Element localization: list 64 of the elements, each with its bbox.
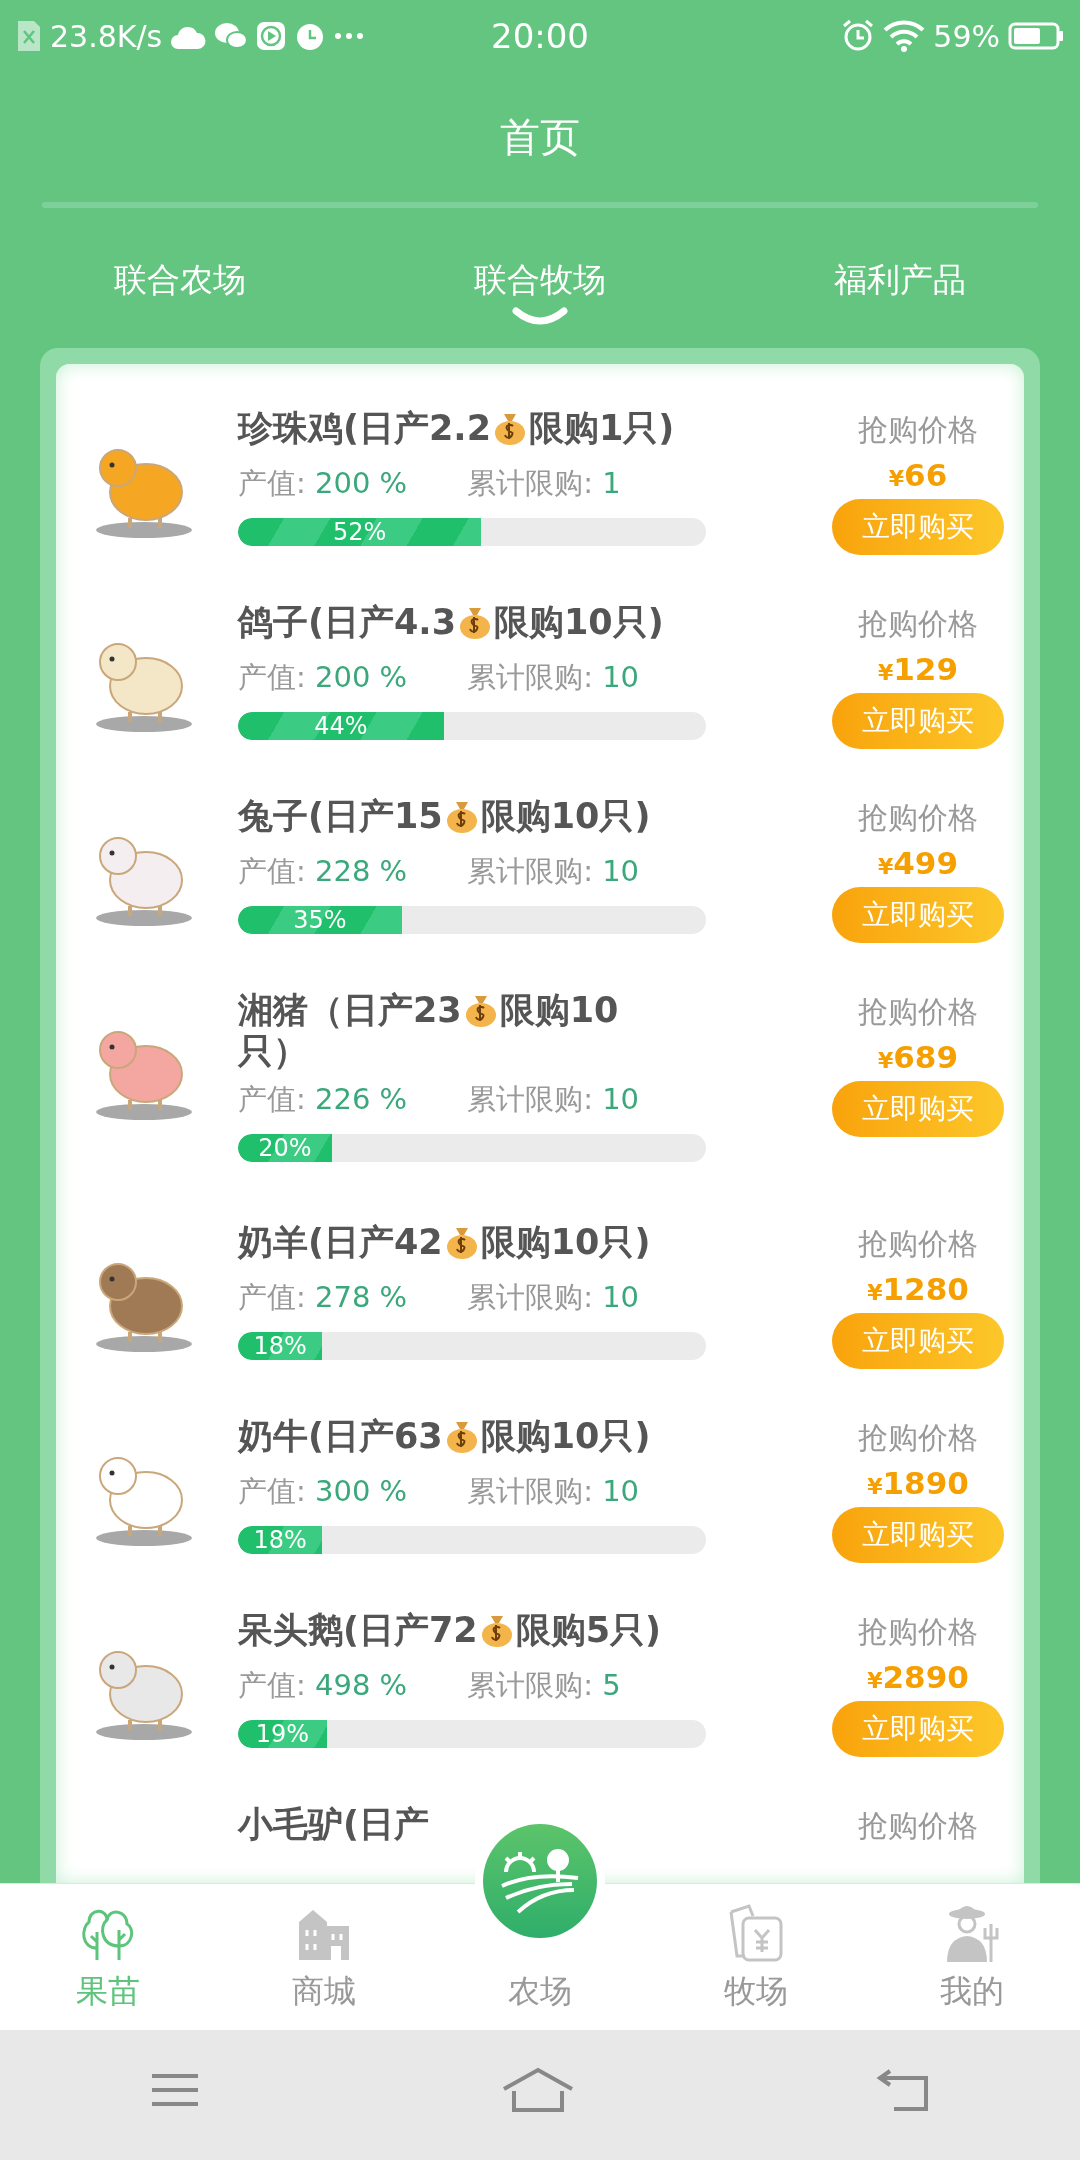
product-title: 小毛驴(日产 xyxy=(238,1803,430,1846)
purchase-limit: 累计限购: 10 xyxy=(467,853,640,890)
price-label: 抢购价格 xyxy=(858,411,978,449)
output-value: 产值: 498 % xyxy=(238,1667,408,1704)
nav-tab[interactable]: 我的 xyxy=(897,1902,1047,2030)
purchase-limit: 累计限购: 1 xyxy=(467,465,621,502)
nav-tab[interactable]: 牧场 xyxy=(681,1902,831,2030)
buy-button[interactable]: 立即购买 xyxy=(832,1507,1004,1563)
output-value: 产值: 226 % xyxy=(238,1081,408,1118)
progress-percent: 20% xyxy=(258,1134,312,1162)
price-label: 抢购价格 xyxy=(858,605,978,643)
output-value: 产值: 278 % xyxy=(238,1279,408,1316)
buy-button[interactable]: 立即购买 xyxy=(832,887,1004,943)
category-tab[interactable]: 福利产品 xyxy=(790,252,1010,331)
price: ¥689 xyxy=(878,1039,958,1075)
product-title: 奶羊(日产42 限购10只) xyxy=(238,1221,652,1264)
progress-percent: 52% xyxy=(333,518,387,546)
product-title: 兔子(日产15 限购10只) xyxy=(238,795,652,838)
progress-percent: 35% xyxy=(293,906,347,934)
purchase-limit: 累计限购: 5 xyxy=(467,1667,621,1704)
battery-percent: 59% xyxy=(933,18,1000,54)
clock: 20:00 xyxy=(491,16,589,56)
price-label: 抢购价格 xyxy=(858,1225,978,1263)
output-value: 产值: 200 % xyxy=(238,465,408,502)
price: ¥1890 xyxy=(867,1465,969,1501)
buy-button[interactable]: 立即购买 xyxy=(832,1081,1004,1137)
purchase-limit: 累计限购: 10 xyxy=(467,1279,640,1316)
network-speed: 23.8K/s xyxy=(50,18,163,54)
price: ¥1280 xyxy=(867,1271,969,1307)
product-title: 呆头鹅(日产72 限购5只) xyxy=(238,1609,663,1652)
buy-button[interactable]: 立即购买 xyxy=(832,1313,1004,1369)
buy-button[interactable]: 立即购买 xyxy=(832,693,1004,749)
output-value: 产值: 200 % xyxy=(238,659,408,696)
output-value: 产值: 300 % xyxy=(238,1473,408,1510)
product-title: 鸽子(日产4.3 限购10只) xyxy=(238,601,665,644)
price: ¥499 xyxy=(878,845,958,881)
product-title: 珍珠鸡(日产2.2 限购1只) xyxy=(238,407,676,450)
progress-percent: 18% xyxy=(253,1332,307,1360)
category-tab[interactable]: 联合牧场 xyxy=(430,252,650,331)
progress-percent: 18% xyxy=(253,1526,307,1554)
price-label: 抢购价格 xyxy=(858,993,978,1031)
product-title: 奶牛(日产63 限购10只) xyxy=(238,1415,652,1458)
progress-percent: 19% xyxy=(255,1720,310,1748)
price: ¥66 xyxy=(888,457,948,493)
price-label: 抢购价格 xyxy=(858,799,978,837)
price-label: 抢购价格 xyxy=(858,1613,978,1651)
progress-percent: 44% xyxy=(314,712,368,740)
price-label: 抢购价格 xyxy=(858,1419,978,1457)
category-tab[interactable]: 联合农场 xyxy=(70,252,290,331)
purchase-limit: 累计限购: 10 xyxy=(467,659,640,696)
page-title: 首页 xyxy=(500,112,580,162)
price-label: 抢购价格 xyxy=(858,1807,978,1845)
buy-button[interactable]: 立即购买 xyxy=(832,499,1004,555)
nav-tab[interactable]: 商城 xyxy=(249,1902,399,2030)
buy-button[interactable]: 立即购买 xyxy=(832,1701,1004,1757)
product-title-continued: 只） xyxy=(238,1034,309,1068)
output-value: 产值: 228 % xyxy=(238,853,408,890)
nav-tab[interactable]: 果苗 xyxy=(33,1902,183,2030)
purchase-limit: 累计限购: 10 xyxy=(467,1473,640,1510)
price: ¥129 xyxy=(878,651,958,687)
product-title: 湘猪（日产23 限购10 xyxy=(238,989,620,1032)
price: ¥2890 xyxy=(867,1659,969,1695)
nav-tab[interactable]: 农场 xyxy=(465,1816,615,2030)
purchase-limit: 累计限购: 10 xyxy=(467,1081,640,1118)
